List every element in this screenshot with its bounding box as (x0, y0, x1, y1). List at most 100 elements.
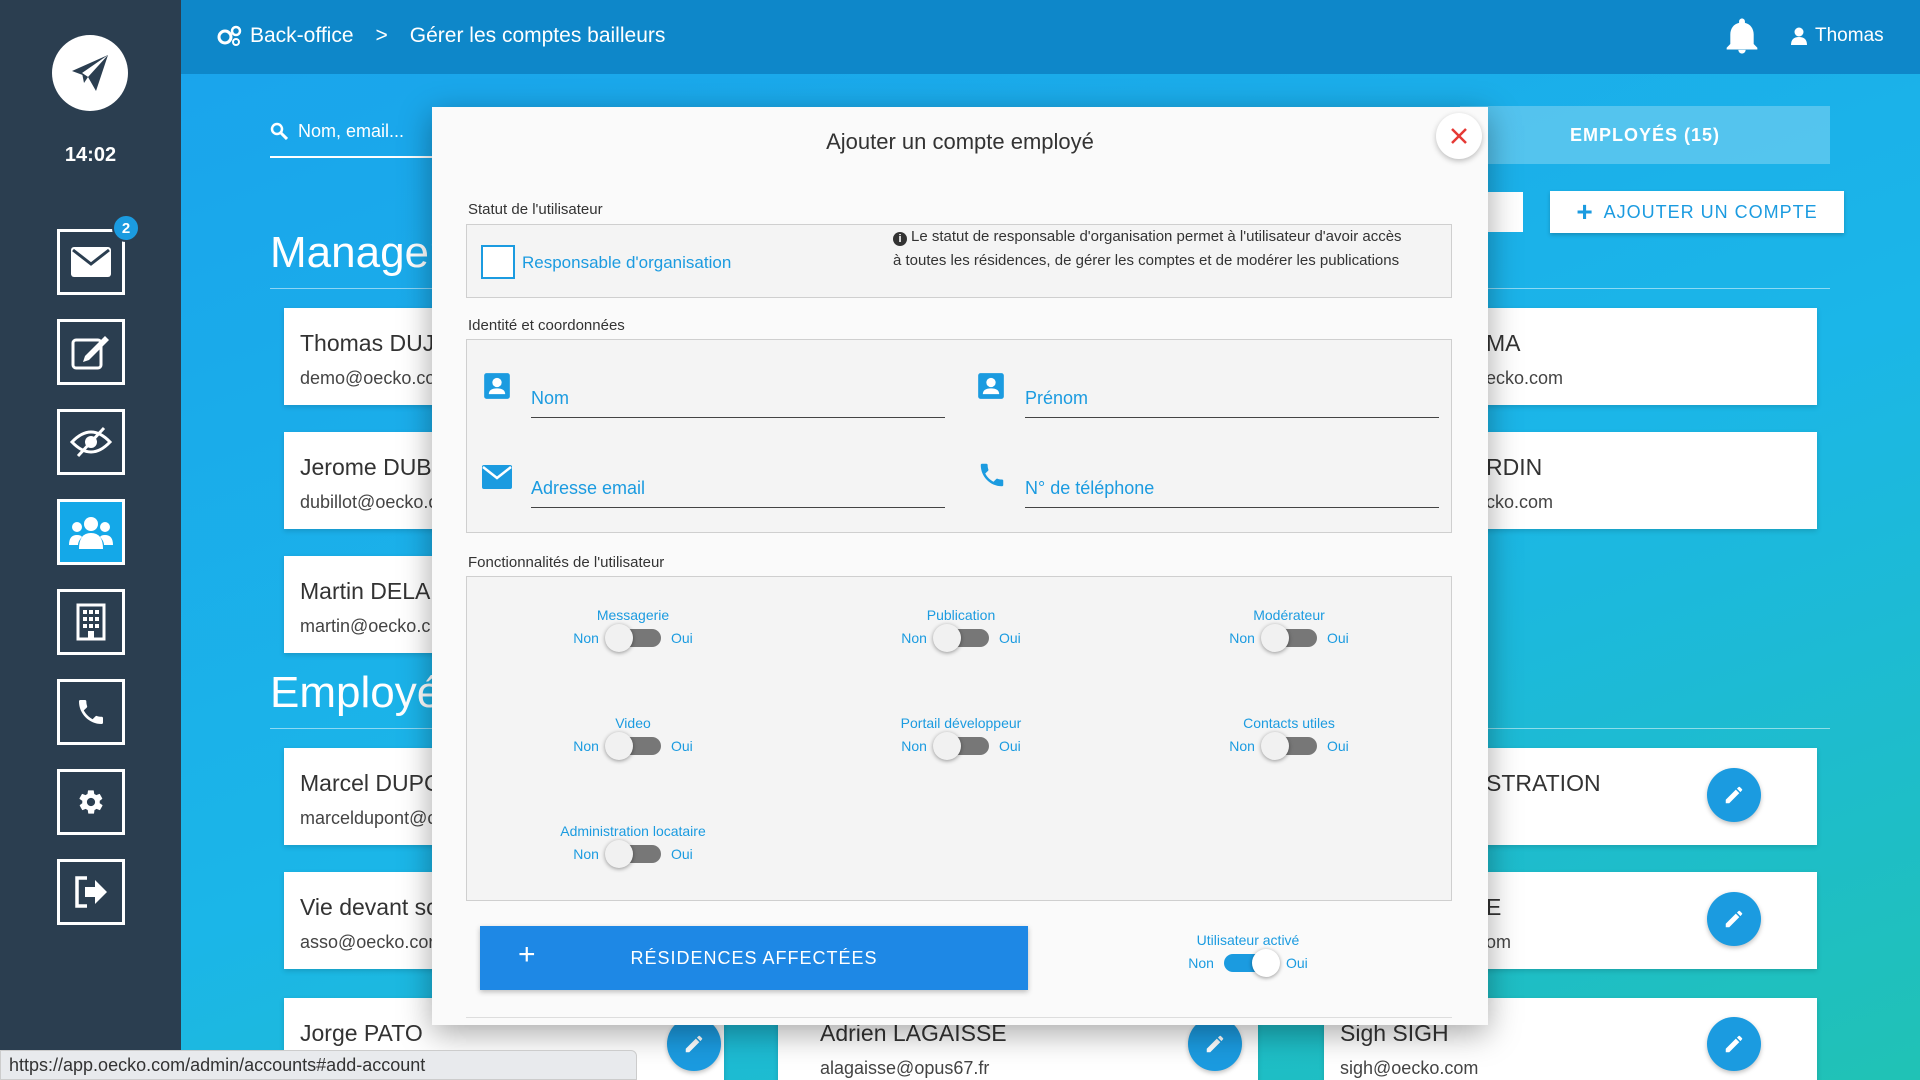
sidebar-messages-button[interactable] (57, 229, 125, 295)
toggle-off-label: Non (573, 846, 599, 862)
employee-email: marceldupont@c (300, 808, 437, 828)
toggle-switch[interactable] (1260, 732, 1317, 760)
envelope-icon (482, 465, 512, 489)
breadcrumb-current: Gérer les comptes bailleurs (409, 24, 666, 47)
close-icon (1451, 128, 1467, 144)
breadcrumb-root[interactable]: Back-office (250, 24, 354, 48)
toggle-on-label: Oui (998, 738, 1021, 754)
edit-button[interactable] (1707, 768, 1761, 822)
toggle-on-label: Oui (1326, 630, 1349, 646)
toggle-on-label: Oui (1285, 955, 1308, 971)
sidebar-settings-button[interactable] (57, 769, 125, 835)
manager-name: Martin DELA (300, 578, 431, 604)
tab-employees[interactable]: EMPLOYÉS (15) (1460, 106, 1830, 164)
breadcrumb-separator: > (375, 24, 388, 47)
sidebar-residences-button[interactable] (57, 589, 125, 655)
employee-email: alagaisse@opus67.fr (820, 1058, 990, 1078)
first-name-input[interactable]: Prénom (1025, 388, 1439, 418)
employee-email: om (1486, 932, 1512, 952)
identity-section-label: Identité et coordonnées (468, 317, 625, 334)
sidebar-publish-button[interactable] (57, 319, 125, 385)
toggle-switch[interactable] (932, 624, 989, 652)
phone-icon (79, 700, 103, 724)
org-manager-info-text: Le statut de responsable d'organisation … (893, 228, 1402, 269)
pencil-icon (1725, 910, 1743, 928)
paper-plane-icon (72, 55, 108, 91)
employee-name: STRATION (1486, 770, 1601, 796)
edit-button[interactable] (1707, 1017, 1761, 1071)
toggle-label: Contacts utiles (1243, 715, 1335, 731)
user-menu[interactable]: Thomas (1791, 25, 1884, 47)
toggle-label: Video (615, 715, 651, 731)
employee-name: Marcel DUPC (300, 770, 441, 796)
add-account-label: AJOUTER UN COMPTE (1603, 201, 1818, 222)
employee-email: asso@oecko.cor (300, 932, 435, 952)
manager-email: demo@oecko.co (300, 368, 436, 388)
assigned-residences-button[interactable]: + RÉSIDENCES AFFECTÉES (480, 926, 1028, 990)
last-name-input[interactable]: Nom (531, 388, 945, 418)
close-button[interactable] (1436, 113, 1482, 159)
employee-name: Jorge PATO (300, 1020, 423, 1046)
cogs-icon (217, 25, 242, 46)
manager-name: Jerome DUB (300, 454, 432, 480)
email-input[interactable]: Adresse email (531, 478, 945, 508)
search-input[interactable]: Nom, email... (270, 106, 450, 158)
user-name: Thomas (1815, 25, 1884, 46)
pencil-icon (685, 1035, 703, 1053)
manager-name: MA (1486, 330, 1521, 356)
toggle-label: Messagerie (596, 607, 670, 623)
bell-icon[interactable] (1724, 17, 1760, 55)
users-icon (69, 517, 113, 549)
info-icon: i (893, 232, 907, 246)
sidebar-moderation-button[interactable] (57, 409, 125, 475)
toggle-off-label: Non (1188, 955, 1214, 971)
employee-name: E (1486, 894, 1502, 920)
sidebar-contacts-button[interactable] (57, 679, 125, 745)
sidebar-accounts-button[interactable] (57, 499, 125, 565)
sidebar-logout-button[interactable] (57, 859, 125, 925)
phone-placeholder: N° de téléphone (1025, 478, 1155, 498)
toggle-switch[interactable] (1223, 949, 1280, 977)
edit-button[interactable] (667, 1017, 721, 1071)
add-employee-modal: Ajouter un compte employé Statut de l'ut… (432, 107, 1488, 1025)
email-placeholder: Adresse email (531, 478, 646, 498)
contact-card-icon (978, 373, 1004, 399)
toggle-off-label: Non (1229, 630, 1255, 646)
edit-note-icon (71, 336, 109, 370)
phone-icon (980, 463, 1004, 487)
messages-badge: 2 (112, 214, 140, 242)
toggle-switch[interactable] (604, 624, 661, 652)
manager-email: ecko.com (1486, 368, 1564, 388)
manager-email: cko.com (1486, 492, 1554, 512)
manager-card[interactable]: RDIN cko.com (1440, 432, 1817, 529)
toggle-switch[interactable] (604, 732, 661, 760)
pencil-icon (1725, 1035, 1743, 1053)
org-manager-label[interactable]: Responsable d'organisation (522, 253, 731, 273)
pencil-icon (1725, 786, 1743, 804)
identity-box: Nom Prénom Adresse email N° de téléphone (466, 339, 1452, 533)
manager-name: RDIN (1486, 454, 1543, 480)
toggle-switch[interactable] (932, 732, 989, 760)
manager-email: dubillot@oecko.c (300, 492, 438, 512)
org-manager-checkbox[interactable] (481, 245, 515, 279)
manager-name: Thomas DUJ (300, 330, 435, 356)
status-section-label: Statut de l'utilisateur (468, 201, 603, 218)
features-section-label: Fonctionnalités de l'utilisateur (468, 554, 665, 571)
toggle-on-label: Oui (670, 738, 693, 754)
add-account-button[interactable]: + AJOUTER UN COMPTE (1550, 191, 1844, 233)
phone-input[interactable]: N° de téléphone (1025, 478, 1439, 508)
toggle-on-label: Oui (670, 630, 693, 646)
edit-button[interactable] (1188, 1017, 1242, 1071)
status-box: Responsable d'organisation i Le statut de… (466, 224, 1452, 298)
app-logo[interactable] (52, 35, 128, 111)
toggle-active-user: Utilisateur activé Non Oui (1148, 932, 1348, 977)
edit-button[interactable] (1707, 892, 1761, 946)
toggle-switch[interactable] (604, 840, 661, 868)
modal-title: Ajouter un compte employé (826, 129, 1094, 154)
last-name-placeholder: Nom (531, 388, 570, 408)
features-box: Messagerie Non Oui Publication Non Oui Mod… (466, 576, 1452, 901)
eye-slash-icon (70, 426, 112, 458)
breadcrumb: Back-office > Gérer les comptes bailleur… (216, 24, 665, 48)
toggle-switch[interactable] (1260, 624, 1317, 652)
manager-card[interactable]: MA ecko.com (1440, 308, 1817, 405)
